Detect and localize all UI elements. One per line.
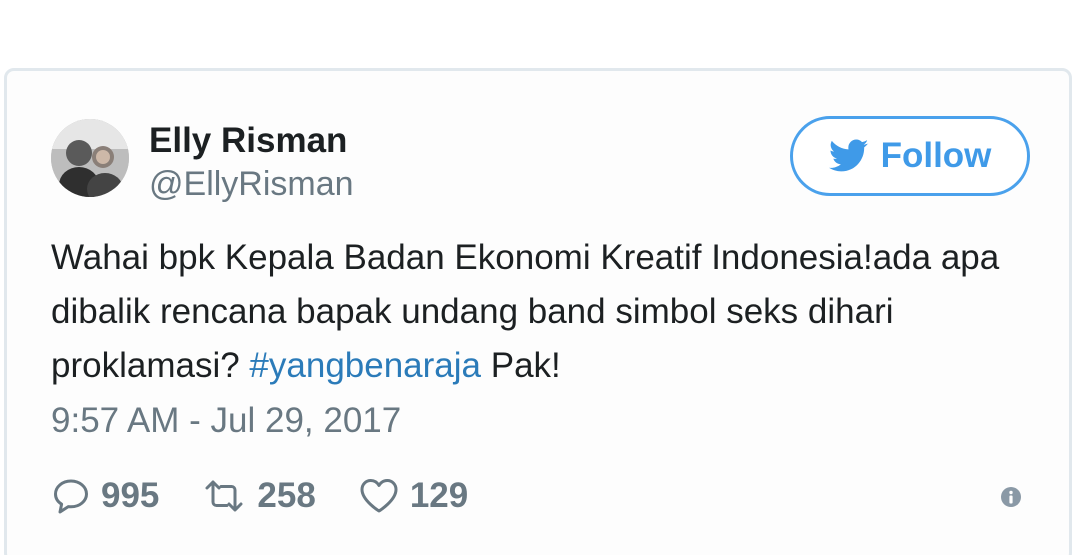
like-action[interactable]: 129 [358,476,468,516]
like-count: 129 [409,476,469,515]
tweet-text-tail: Pak! [481,346,561,385]
reply-action[interactable]: 995 [51,476,159,516]
heart-icon [360,479,398,513]
action-bar: 995 258 129 [51,471,510,521]
author-handle[interactable]: @EllyRisman [149,165,354,204]
follow-button[interactable]: Follow [790,116,1030,196]
retweet-count: 258 [257,476,316,515]
retweet-icon [205,480,243,512]
twitter-bird-icon [828,139,868,172]
tweet-timestamp[interactable]: 9:57 AM - Jul 29, 2017 [51,401,401,441]
info-icon[interactable] [1000,486,1022,508]
follow-button-label: Follow [880,136,992,175]
tweet-card: Elly Risman @EllyRisman Follow Wahai bpk… [4,68,1072,555]
hashtag-link[interactable]: #yangbenaraja [249,346,481,385]
page: Elly Risman @EllyRisman Follow Wahai bpk… [0,0,1078,555]
avatar[interactable] [51,119,129,197]
author-display-name[interactable]: Elly Risman [149,121,347,161]
retweet-action[interactable]: 258 [201,476,316,516]
tweet-text: Wahai bpk Kepala Badan Ekonomi Kreatif I… [51,231,1051,393]
avatar-photo [51,119,129,197]
reply-icon [54,479,88,514]
reply-count: 995 [101,476,160,515]
